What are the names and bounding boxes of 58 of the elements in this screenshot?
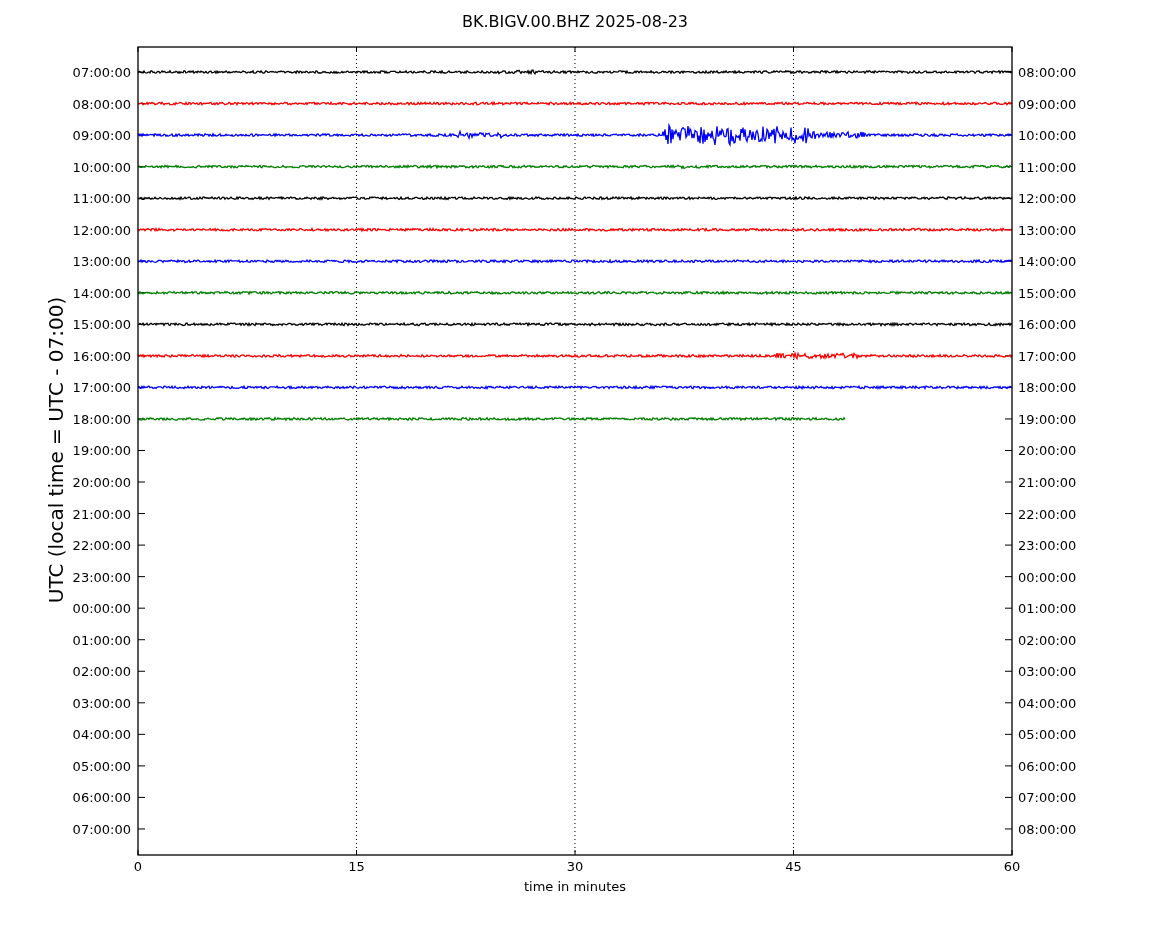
y-tick-label: 20:00:00 (72, 475, 131, 490)
y-tick-label: 00:00:00 (72, 601, 131, 617)
y-tick-label: 11:00:00 (1018, 159, 1077, 175)
y-tick-label: 06:00:00 (72, 790, 131, 806)
y-tick-label: 08:00:00 (1018, 65, 1077, 80)
y-tick-label: 21:00:00 (72, 506, 131, 522)
y-tick-label: 00:00:00 (1018, 569, 1077, 585)
y-tick-label: 15:00:00 (1018, 285, 1077, 301)
y-tick-label: 19:00:00 (72, 443, 131, 459)
y-tick-label: 04:00:00 (1018, 695, 1077, 711)
y-tick-label: 23:00:00 (72, 569, 131, 585)
y-tick-label: 17:00:00 (1018, 348, 1077, 364)
y-tick-label: 12:00:00 (1018, 191, 1077, 207)
y-tick-label: 04:00:00 (72, 727, 131, 743)
y-tick-label: 18:00:00 (72, 411, 131, 427)
y-tick-label: 08:00:00 (1018, 821, 1077, 837)
x-tick-label: 0 (133, 859, 143, 874)
y-tick-label: 16:00:00 (72, 348, 131, 364)
y-tick-label: 07:00:00 (72, 65, 131, 80)
y-tick-label: 12:00:00 (72, 222, 131, 238)
y-tick-label: 21:00:00 (1018, 475, 1077, 490)
y-tick-label: 22:00:00 (72, 538, 131, 554)
y-tick-label: 01:00:00 (72, 632, 131, 648)
y-tick-label: 01:00:00 (1018, 601, 1077, 617)
y-tick-label: 23:00:00 (1018, 538, 1077, 554)
y-tick-label: 06:00:00 (1018, 758, 1077, 774)
y-tick-label: 09:00:00 (72, 128, 131, 144)
y-tick-label: 09:00:00 (1018, 96, 1077, 112)
y-tick-label: 17:00:00 (72, 380, 131, 396)
x-axis-label: time in minutes (523, 879, 627, 894)
y-tick-label: 07:00:00 (72, 821, 131, 837)
y-tick-label: 02:00:00 (1018, 632, 1077, 648)
y-axis-label: UTC (local time = UTC - 07:00) (44, 296, 68, 604)
x-tick-label: 30 (566, 859, 584, 874)
y-tick-label: 03:00:00 (1018, 664, 1077, 680)
y-tick-label: 14:00:00 (72, 285, 131, 301)
y-tick-label: 16:00:00 (1018, 317, 1077, 333)
y-tick-label: 11:00:00 (72, 191, 131, 207)
y-tick-label: 10:00:00 (72, 159, 131, 175)
x-tick-label: 15 (348, 859, 365, 874)
y-tick-label: 10:00:00 (1018, 128, 1077, 144)
x-tick-label: 60 (1003, 859, 1021, 874)
y-tick-label: 18:00:00 (1018, 380, 1077, 396)
y-tick-label: 19:00:00 (1018, 411, 1077, 427)
y-tick-label: 08:00:00 (72, 96, 131, 112)
x-tick-label: 45 (785, 859, 802, 874)
y-tick-label: 03:00:00 (72, 695, 131, 711)
y-tick-label: 05:00:00 (1018, 727, 1077, 743)
y-tick-label: 02:00:00 (72, 664, 131, 680)
y-tick-label: 07:00:00 (1018, 790, 1077, 806)
y-tick-label: 20:00:00 (1018, 443, 1077, 459)
chart-title: BK.BIGV.00.BHZ 2025-08-23 (461, 12, 689, 31)
y-tick-label: 22:00:00 (1018, 506, 1077, 522)
y-tick-label: 15:00:00 (72, 317, 131, 333)
y-tick-label: 13:00:00 (72, 254, 131, 270)
y-tick-label: 05:00:00 (72, 758, 131, 774)
y-tick-label: 14:00:00 (1018, 254, 1077, 270)
y-tick-label: 13:00:00 (1018, 222, 1077, 238)
